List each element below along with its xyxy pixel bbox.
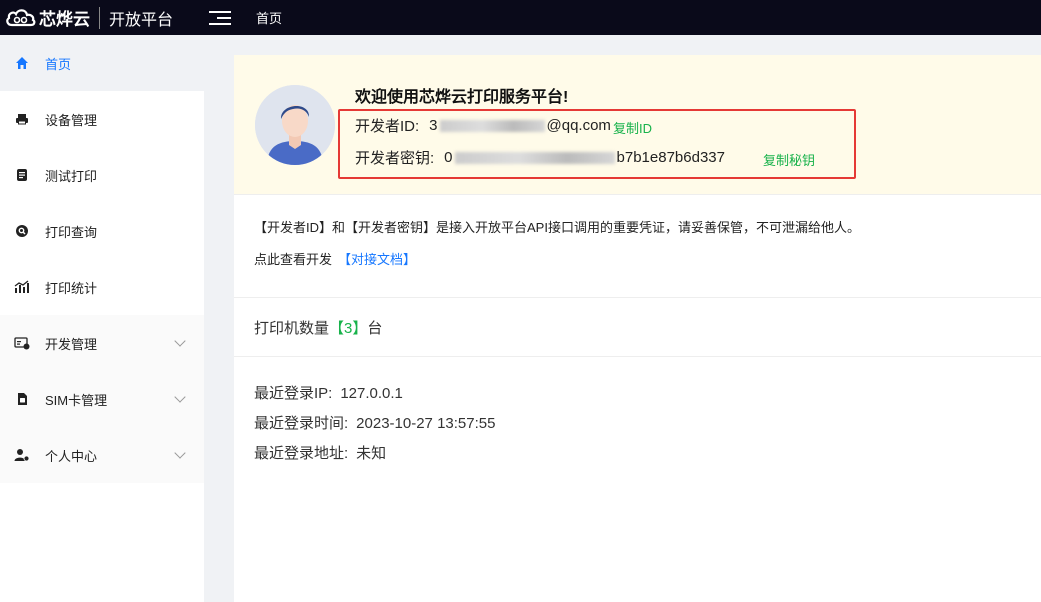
developer-id-suffix: @qq.com	[546, 117, 611, 134]
printer-count: 打印机数量 【3】台	[234, 298, 1041, 357]
top-breadcrumb-home[interactable]: 首页	[256, 8, 282, 27]
sidebar: 首页 设备管理 测试打印 打印查询 打印统计 开发管理 SIM卡管理 个人中心	[0, 35, 204, 602]
top-bar: 芯烨云 开放平台 首页	[0, 0, 1041, 35]
welcome-panel: 欢迎使用芯烨云打印服务平台! 开发者ID: 3 @qq.com 复制ID 开发者…	[234, 55, 1041, 195]
sidebar-item-label: 测试打印	[45, 168, 98, 184]
developer-key-redacted	[454, 151, 615, 164]
printer-icon	[14, 111, 30, 127]
last-login-ip-value: 127.0.0.1	[340, 385, 403, 402]
dev-card-icon	[14, 335, 30, 351]
credential-notice: 【开发者ID】和【开发者密钥】是接入开放平台API接口调用的重要凭证，请妥善保管…	[234, 195, 1041, 298]
sidebar-item-personal-center[interactable]: 个人中心	[0, 427, 204, 483]
sidebar-item-devices[interactable]: 设备管理	[0, 91, 204, 147]
developer-key-label: 开发者密钥:	[355, 150, 435, 167]
printer-count-suffix: 台	[367, 319, 383, 337]
chevron-down-icon	[174, 335, 186, 347]
cloud-logo-icon	[6, 8, 36, 26]
sidebar-item-label: 个人中心	[45, 448, 98, 464]
document-icon	[14, 167, 30, 183]
main-content: 欢迎使用芯烨云打印服务平台! 开发者ID: 3 @qq.com 复制ID 开发者…	[234, 55, 1041, 602]
chevron-down-icon	[174, 447, 186, 459]
last-login-time: 最近登录时间: 2023-10-27 13:57:55	[254, 409, 1021, 439]
home-icon	[14, 55, 30, 71]
sidebar-item-print-stats[interactable]: 打印统计	[0, 259, 204, 315]
user-settings-icon	[14, 447, 30, 463]
copy-id-button[interactable]: 复制ID	[613, 118, 652, 137]
sidebar-item-home[interactable]: 首页	[0, 35, 204, 91]
printer-count-value: 【3】	[329, 319, 368, 337]
developer-id-label: 开发者ID:	[355, 118, 420, 135]
bar-chart-icon	[14, 279, 30, 295]
last-login-address-label: 最近登录地址:	[254, 445, 349, 462]
sidebar-item-label: 打印查询	[45, 224, 98, 240]
developer-id-redacted	[439, 119, 545, 132]
sidebar-item-dev-management[interactable]: 开发管理	[0, 315, 204, 371]
sim-card-icon	[14, 391, 30, 407]
sidebar-item-test-print[interactable]: 测试打印	[0, 147, 204, 203]
last-login-ip-label: 最近登录IP:	[254, 385, 333, 402]
brand-logo[interactable]: 芯烨云	[0, 0, 90, 35]
copy-key-button[interactable]: 复制秘钥	[763, 150, 815, 169]
welcome-title: 欢迎使用芯烨云打印服务平台!	[355, 89, 569, 106]
brand-divider	[99, 6, 100, 29]
sidebar-item-print-query[interactable]: 打印查询	[0, 203, 204, 259]
chevron-down-icon	[174, 391, 186, 403]
developer-key-row: 开发者密钥: 0 b7b1e87b6d337	[355, 147, 725, 168]
avatar	[255, 85, 335, 165]
sidebar-item-label: SIM卡管理	[45, 392, 108, 408]
developer-id-row: 开发者ID: 3 @qq.com	[355, 115, 611, 136]
printer-count-prefix: 打印机数量	[254, 319, 330, 337]
platform-title: 开放平台	[109, 11, 174, 29]
notice-text: 【开发者ID】和【开发者密钥】是接入开放平台API接口调用的重要凭证，请妥善保管…	[254, 220, 860, 235]
brand-name: 芯烨云	[39, 10, 90, 29]
last-login-time-value: 2023-10-27 13:57:55	[356, 415, 496, 432]
developer-id-prefix: 3	[429, 117, 438, 134]
last-login-ip: 最近登录IP: 127.0.0.1	[254, 379, 1021, 409]
last-login-address-value: 未知	[356, 445, 387, 462]
doc-line: 点此查看开发 【对接文档】	[254, 249, 1021, 271]
doc-prefix: 点此查看开发	[254, 252, 333, 267]
sidebar-item-label: 设备管理	[45, 112, 98, 128]
login-info: 最近登录IP: 127.0.0.1 最近登录时间: 2023-10-27 13:57…	[234, 357, 1041, 469]
api-doc-link[interactable]: 【对接文档】	[338, 252, 416, 267]
last-login-time-label: 最近登录时间:	[254, 415, 349, 432]
last-login-address: 最近登录地址: 未知	[254, 439, 1021, 469]
sidebar-item-label: 开发管理	[45, 336, 98, 352]
menu-toggle-icon[interactable]	[209, 10, 232, 26]
sidebar-item-label: 打印统计	[45, 280, 98, 296]
sidebar-item-label: 首页	[45, 56, 72, 72]
sidebar-item-sim-management[interactable]: SIM卡管理	[0, 371, 204, 427]
developer-key-prefix: 0	[444, 149, 453, 166]
search-icon	[14, 223, 30, 239]
developer-key-suffix: b7b1e87b6d337	[616, 149, 725, 166]
